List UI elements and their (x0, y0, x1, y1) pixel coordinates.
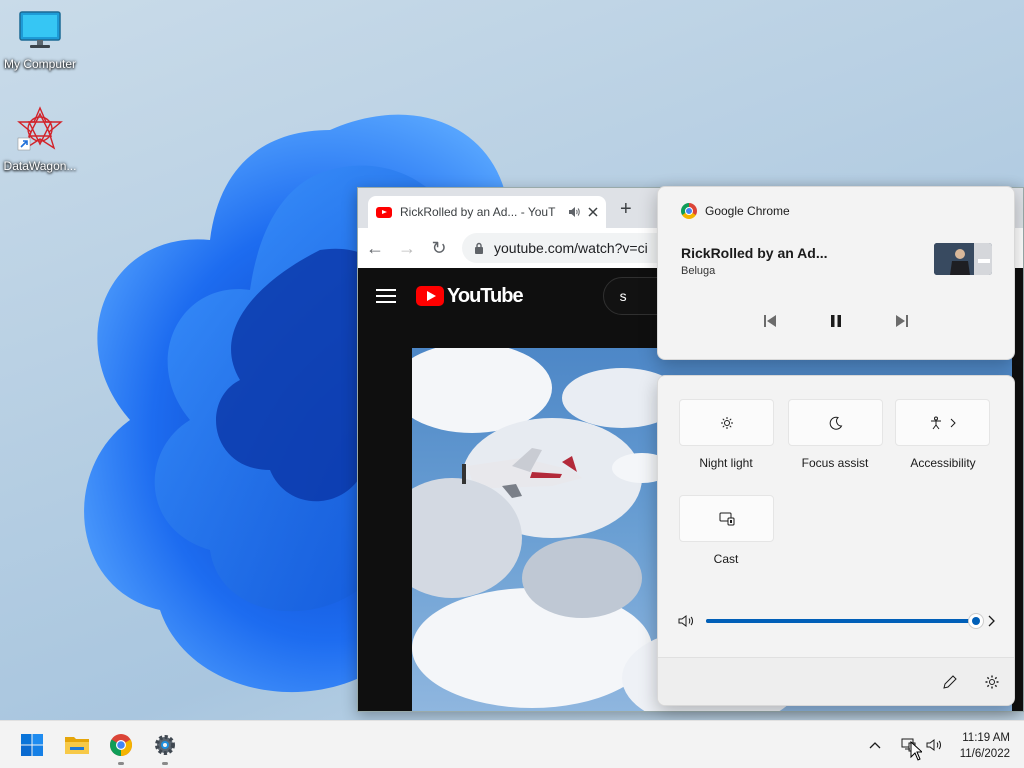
clock[interactable]: 11:19 AM 11/6/2022 (960, 730, 1010, 762)
running-indicator (162, 762, 168, 765)
mouse-cursor-icon (910, 741, 922, 761)
focus-assist-label: Focus assist (801, 456, 869, 470)
youtube-play-icon (416, 286, 444, 306)
taskbar: 11:19 AM 11/6/2022 (0, 720, 1024, 768)
windows-logo-icon (21, 734, 43, 756)
settings-taskbar-button[interactable] (149, 729, 181, 765)
running-indicator (118, 762, 124, 765)
volume-row (678, 611, 996, 631)
media-track-title: RickRolled by an Ad... (681, 245, 828, 261)
tab-title: RickRolled by an Ad... - YouT (400, 205, 556, 219)
edit-pencil-icon[interactable] (942, 674, 958, 690)
chrome-icon (110, 734, 132, 756)
lock-icon (475, 242, 483, 254)
skip-previous-icon (764, 315, 776, 327)
cast-label: Cast (713, 552, 739, 566)
reload-button[interactable]: ↻ (430, 238, 448, 259)
address-text: youtube.com/watch?v=ci (494, 240, 648, 256)
volume-icon (926, 739, 941, 751)
forward-button[interactable]: → (398, 238, 416, 259)
quick-settings-footer (658, 657, 1014, 705)
brightness-icon (720, 416, 733, 429)
desktop-icon-label: My Computer (3, 57, 77, 71)
settings-gear-icon[interactable] (984, 674, 1000, 690)
accessibility-label: Accessibility (910, 456, 976, 470)
new-tab-button[interactable]: + (620, 199, 632, 219)
next-track-button[interactable] (890, 309, 914, 333)
cast-icon (719, 512, 734, 525)
media-app-name: Google Chrome (705, 204, 790, 218)
speaker-icon[interactable] (678, 614, 696, 628)
skip-next-icon (896, 315, 908, 327)
media-flyout: Google Chrome RickRolled by an Ad... Bel… (657, 186, 1015, 360)
quick-settings-panel: Night light Focus assist Accessibility C… (657, 375, 1015, 706)
desktop-icon-label: DataWagon... (3, 159, 77, 173)
settings-gear-icon (155, 735, 175, 755)
search-text: s (619, 288, 627, 304)
volume-slider[interactable] (706, 613, 984, 629)
monitor-icon (19, 11, 61, 48)
chevron-right-icon[interactable] (986, 615, 996, 627)
system-tray (868, 721, 882, 768)
start-button[interactable] (16, 729, 48, 761)
back-button[interactable]: ← (366, 238, 384, 259)
desktop-icon-datawagon[interactable]: DataWagon... (0, 106, 80, 173)
desktop-icon-my-computer[interactable]: My Computer (0, 10, 80, 71)
accessibility-toggle[interactable] (895, 399, 990, 446)
clock-date: 11/6/2022 (959, 748, 1010, 760)
moon-icon (829, 416, 842, 430)
volume-fill (706, 619, 976, 623)
datawagon-app-icon (17, 106, 63, 151)
file-explorer-button[interactable] (61, 729, 93, 761)
night-light-toggle[interactable] (679, 399, 774, 446)
chevron-up-icon[interactable] (868, 740, 882, 750)
media-artist: Beluga (681, 265, 716, 277)
night-light-label: Night light (699, 456, 753, 470)
youtube-logo[interactable]: YouTube (416, 284, 524, 308)
previous-track-button[interactable] (758, 309, 782, 333)
chrome-icon (681, 203, 697, 219)
chevron-right-icon (950, 418, 956, 427)
quick-settings-tray-button[interactable] (900, 721, 944, 768)
speaker-icon[interactable] (568, 206, 580, 218)
media-source-app: Google Chrome (681, 203, 790, 219)
clock-time: 11:19 AM (962, 732, 1010, 744)
focus-assist-toggle[interactable] (788, 399, 883, 446)
thumbnail-image (934, 243, 992, 275)
folder-icon (65, 737, 89, 754)
close-icon[interactable] (588, 207, 598, 217)
media-controls (658, 309, 1014, 333)
pause-icon (831, 315, 841, 327)
accessibility-icon (930, 416, 941, 429)
youtube-favicon-icon (376, 206, 392, 218)
chrome-taskbar-button[interactable] (105, 729, 137, 765)
menu-icon[interactable] (376, 289, 396, 303)
pause-button[interactable] (824, 309, 848, 333)
tab-youtube[interactable]: RickRolled by an Ad... - YouT (368, 196, 606, 228)
youtube-logo-text: YouTube (447, 284, 524, 307)
cast-toggle[interactable] (679, 495, 774, 542)
volume-thumb[interactable] (968, 613, 984, 629)
media-thumbnail (934, 243, 992, 275)
